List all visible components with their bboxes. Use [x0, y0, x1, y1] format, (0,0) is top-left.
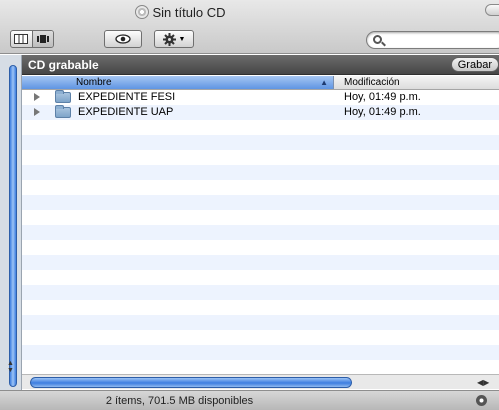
path-bar: CD grabable Grabar: [22, 55, 499, 75]
window-title: Sin título CD: [152, 4, 226, 20]
scroll-arrows-icon[interactable]: ◀▶: [477, 376, 499, 389]
window-title-bar: Sin título CD: [0, 3, 360, 21]
sidebar: ▲ ▼: [0, 55, 22, 394]
chevron-down-icon: ▼: [178, 35, 186, 43]
burn-button[interactable]: Grabar: [450, 57, 499, 72]
empty-row: [22, 180, 499, 195]
status-text: 2 ítems, 701.5 MB disponibles: [105, 395, 254, 407]
empty-row: [22, 360, 499, 373]
empty-row: [22, 315, 499, 330]
gear-icon: [162, 32, 176, 46]
sidebar-scrollbar[interactable]: [9, 65, 17, 387]
sort-ascending-icon: ▲: [320, 78, 328, 87]
disclosure-triangle-icon[interactable]: [34, 93, 40, 101]
empty-row: [22, 210, 499, 225]
empty-row: [22, 345, 499, 360]
activity-icon: [476, 395, 487, 406]
empty-row: [22, 195, 499, 210]
disclosure-triangle-icon[interactable]: [34, 108, 40, 116]
empty-row: [22, 135, 499, 150]
column-header-modified[interactable]: Modificación: [344, 77, 400, 88]
file-modified: Hoy, 01:49 p.m.: [344, 91, 421, 103]
action-menu-button[interactable]: ▼: [154, 30, 194, 48]
scroll-arrows-icon[interactable]: ▲ ▼: [7, 360, 14, 374]
folder-icon: [55, 90, 71, 103]
status-bar: 2 ítems, 701.5 MB disponibles: [0, 390, 499, 410]
quicklook-button[interactable]: [104, 30, 142, 48]
list-item[interactable]: EXPEDIENTE FESI Hoy, 01:49 p.m.: [22, 90, 499, 105]
empty-row: [22, 165, 499, 180]
toolbar-toggle-button[interactable]: [485, 4, 499, 16]
file-modified: Hoy, 01:49 p.m.: [344, 106, 421, 118]
file-list: EXPEDIENTE FESI Hoy, 01:49 p.m. EXPEDIEN…: [22, 90, 499, 373]
view-selector[interactable]: [10, 30, 54, 48]
eye-icon: [115, 34, 131, 44]
empty-row: [22, 330, 499, 345]
window-toolbar: Sin título CD ▼: [0, 0, 499, 54]
column-view-icon[interactable]: [11, 31, 32, 47]
cd-icon: [134, 5, 149, 19]
file-name: EXPEDIENTE FESI: [78, 91, 176, 103]
empty-row: [22, 240, 499, 255]
empty-row: [22, 120, 499, 135]
list-item[interactable]: EXPEDIENTE UAP Hoy, 01:49 p.m.: [22, 105, 499, 120]
file-name: EXPEDIENTE UAP: [78, 106, 174, 118]
horizontal-scrollbar[interactable]: ◀▶: [22, 374, 499, 389]
folder-icon: [55, 105, 71, 118]
empty-row: [22, 300, 499, 315]
empty-row: [22, 150, 499, 165]
column-header-name-label: Nombre: [76, 77, 112, 88]
empty-row: [22, 270, 499, 285]
disc-title: CD grabable: [28, 58, 99, 72]
empty-row: [22, 255, 499, 270]
search-field[interactable]: [366, 31, 499, 49]
horizontal-scroll-thumb[interactable]: [30, 377, 352, 388]
coverflow-view-icon[interactable]: [31, 31, 53, 47]
column-header-name[interactable]: Nombre ▲: [22, 76, 334, 89]
search-icon: [373, 35, 382, 44]
empty-row: [22, 285, 499, 300]
column-headers: Nombre ▲ Modificación: [22, 76, 499, 90]
empty-row: [22, 225, 499, 240]
